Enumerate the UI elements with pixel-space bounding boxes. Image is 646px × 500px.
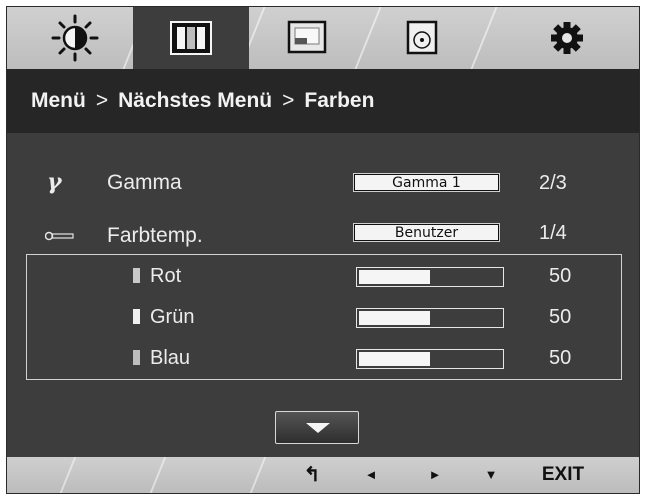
- color-temp-row[interactable]: Farbtemp. Benutzer 1/4: [7, 217, 639, 247]
- tab-display[interactable]: [249, 7, 365, 69]
- blue-swatch: [133, 350, 140, 365]
- back-key-icon[interactable]: ↰: [297, 457, 327, 493]
- red-label: Rot: [150, 265, 182, 287]
- gear-icon: [551, 22, 583, 54]
- brightness-icon: [51, 14, 99, 62]
- color-temp-value-box[interactable]: Benutzer: [354, 224, 499, 241]
- disc-icon: [406, 20, 438, 55]
- red-swatch: [133, 268, 140, 283]
- color-temp-label: Farbtemp.: [107, 224, 203, 247]
- breadcrumb-separator: >: [282, 89, 295, 112]
- blue-slider-fill: [359, 352, 430, 366]
- picture-icon: [287, 20, 327, 54]
- breadcrumb-item-next-menu: Nächstes Menü: [118, 89, 273, 112]
- blue-value: 50: [549, 347, 572, 369]
- exit-key-label[interactable]: EXIT: [533, 457, 593, 493]
- green-swatch: [133, 309, 140, 324]
- green-value: 50: [549, 306, 572, 328]
- chevron-down-icon: [306, 423, 330, 433]
- tab-settings[interactable]: [481, 7, 597, 69]
- red-slider-fill: [359, 270, 430, 284]
- gamma-value-box[interactable]: Gamma 1: [354, 174, 499, 191]
- gamma-count: 2/3: [539, 172, 567, 194]
- osd-menu: Menü > Nächstes Menü > Farben γ Gamma Gamma …: [6, 6, 640, 494]
- blue-label: Blau: [150, 347, 191, 369]
- tab-others[interactable]: [365, 7, 481, 69]
- breadcrumb-separator: >: [95, 89, 109, 112]
- breadcrumb-item-colors: Farben: [304, 89, 375, 112]
- breadcrumb: Menü > Nächstes Menü > Farben: [7, 69, 639, 133]
- red-slider[interactable]: [356, 267, 504, 287]
- red-value: 50: [549, 265, 572, 287]
- color-bars-icon: [170, 21, 212, 55]
- left-key-icon[interactable]: ◄: [359, 457, 383, 493]
- green-slider-fill: [359, 311, 430, 325]
- gamma-row[interactable]: γ Gamma Gamma 1 2/3: [7, 167, 639, 197]
- thermometer-icon: [45, 231, 74, 241]
- scroll-down-button[interactable]: [275, 411, 359, 444]
- right-key-icon[interactable]: ►: [423, 457, 447, 493]
- gamma-label: Gamma: [107, 171, 182, 194]
- key-guide-bar: ↰ ◄ ► ▼ EXIT: [7, 457, 639, 493]
- blue-slider[interactable]: [356, 349, 504, 369]
- green-slider[interactable]: [356, 308, 504, 328]
- rgb-sub-panel: [26, 254, 622, 380]
- breadcrumb-item-menu: Menü: [31, 89, 86, 112]
- gamma-icon: γ: [47, 169, 62, 195]
- tab-picture-brightness[interactable]: [17, 7, 133, 69]
- down-key-icon[interactable]: ▼: [479, 457, 503, 493]
- green-label: Grün: [150, 306, 195, 328]
- tab-strip: [7, 7, 639, 69]
- color-temp-count: 1/4: [539, 222, 567, 244]
- tab-color[interactable]: [133, 7, 249, 69]
